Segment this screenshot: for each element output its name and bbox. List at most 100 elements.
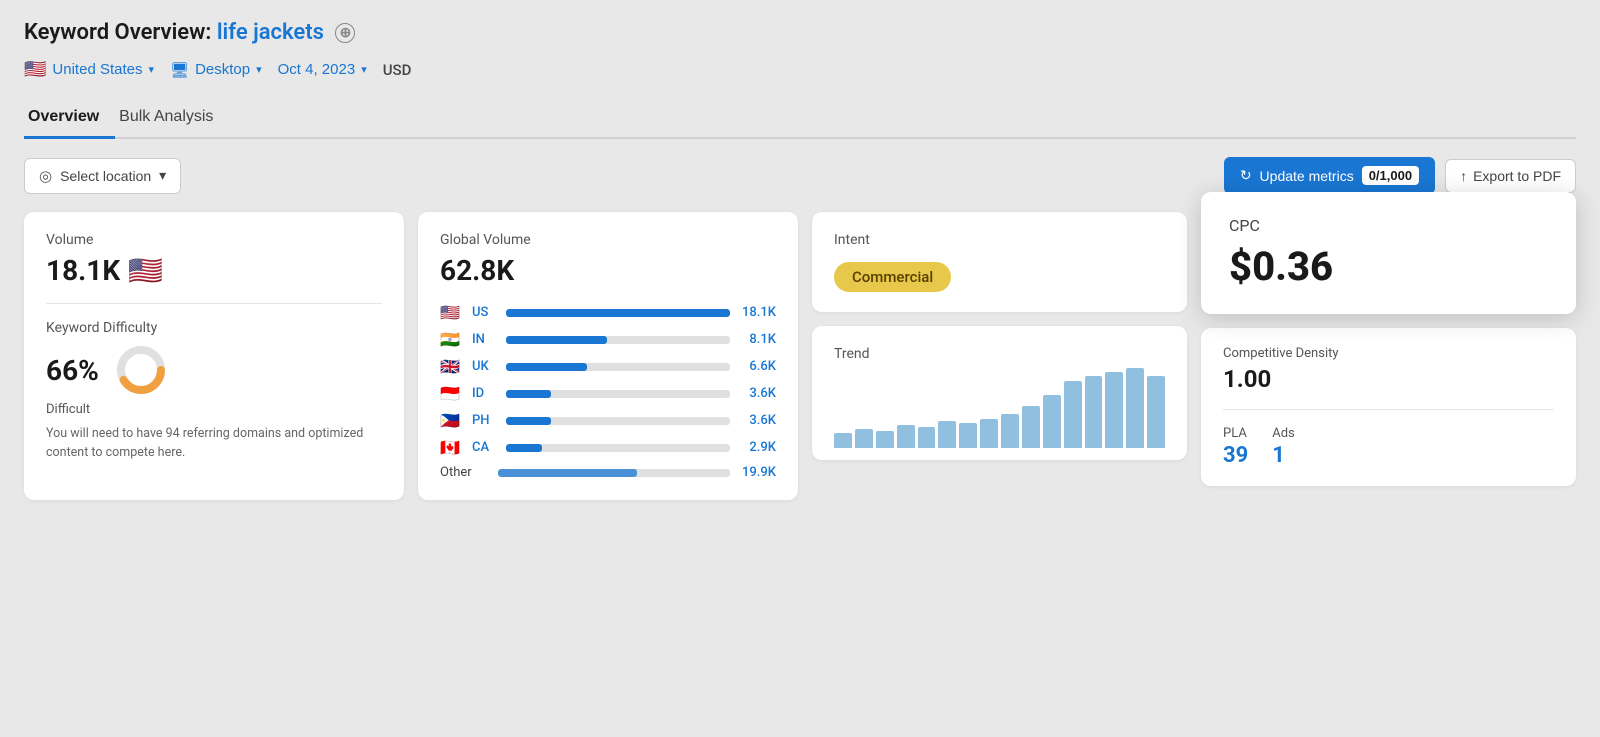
trend-bar (855, 429, 873, 448)
trend-card: Trend (812, 326, 1187, 460)
device-filter[interactable]: 🖥 Desktop ▾ (170, 57, 262, 83)
country-filter[interactable]: 🇺🇸 United States ▾ (24, 55, 154, 84)
country-bar-bg (506, 390, 730, 398)
pla-label: PLA (1223, 426, 1248, 441)
intent-badge: Commercial (834, 254, 1165, 292)
intent-trend-column: Intent Commercial Trend (812, 212, 1187, 500)
kd-donut-chart (113, 342, 169, 398)
cpc-label: CPC (1229, 216, 1548, 235)
kd-description: You will need to have 94 referring domai… (46, 425, 382, 463)
ads-col: Ads 1 (1272, 426, 1295, 468)
trend-bar (1085, 376, 1103, 448)
trend-bar (1064, 381, 1082, 448)
country-row: 🇵🇭 PH 3.6K (440, 411, 776, 430)
country-flag-icon: 🇮🇩 (440, 384, 464, 403)
ads-label: Ads (1272, 426, 1295, 441)
select-location-button[interactable]: ◎ Select location ▾ (24, 158, 181, 194)
comp-density-value: 1.00 (1223, 365, 1554, 393)
country-bar-bg (506, 417, 730, 425)
comp-density-section: Competitive Density 1.00 (1223, 346, 1554, 393)
volume-card: Volume 18.1K 🇺🇸 Keyword Difficulty 66% D… (24, 212, 404, 500)
update-metrics-label: Update metrics (1260, 168, 1354, 184)
page-title: Keyword Overview: life jackets ⊕ (24, 20, 1576, 45)
other-row: Other 19.9K (440, 465, 776, 480)
country-code: IN (472, 332, 498, 347)
tab-overview[interactable]: Overview (24, 100, 115, 139)
currency-label: USD (383, 61, 412, 79)
date-filter[interactable]: Oct 4, 2023 ▾ (278, 57, 367, 82)
export-button[interactable]: ↑ Export to PDF (1445, 159, 1576, 193)
country-volume: 3.6K (738, 413, 776, 428)
kd-value-row: 66% (46, 342, 382, 398)
pla-col: PLA 39 (1223, 426, 1248, 468)
pla-value: 39 (1223, 443, 1248, 468)
country-bar-fill (506, 390, 551, 398)
title-prefix: Keyword Overview: (24, 20, 211, 45)
trend-bar (1147, 376, 1165, 448)
other-label: Other (440, 465, 490, 480)
country-bar-fill (506, 363, 587, 371)
country-code: ID (472, 386, 498, 401)
country-flag-icon: 🇮🇳 (440, 330, 464, 349)
update-metrics-button[interactable]: ↻ Update metrics 0/1,000 (1224, 157, 1435, 194)
trend-bar (1126, 368, 1144, 448)
export-label: Export to PDF (1473, 168, 1561, 184)
date-label: Oct 4, 2023 (278, 61, 356, 78)
country-chevron-icon: ▾ (148, 63, 154, 76)
country-row: 🇬🇧 UK 6.6K (440, 357, 776, 376)
country-flag-icon: 🇺🇸 (440, 303, 464, 322)
global-volume-label: Global Volume (440, 232, 776, 248)
country-label: United States (52, 61, 142, 78)
other-bar-fill (498, 469, 637, 477)
other-volume: 19.9K (738, 465, 776, 480)
country-bar-bg (506, 444, 730, 452)
metrics-count-badge: 0/1,000 (1362, 166, 1419, 185)
pla-ads-row: PLA 39 Ads 1 (1223, 426, 1554, 468)
device-chevron-icon: ▾ (256, 63, 262, 76)
trend-bar (1043, 395, 1061, 448)
country-volume: 18.1K (738, 305, 776, 320)
country-flag-icon: 🇬🇧 (440, 357, 464, 376)
export-icon: ↑ (1460, 168, 1467, 184)
country-bar-fill (506, 444, 542, 452)
kd-label: Keyword Difficulty (46, 320, 382, 336)
countries-list: 🇺🇸 US 18.1K 🇮🇳 IN 8.1K 🇬🇧 UK 6.6K 🇮🇩 ID (440, 303, 776, 457)
country-bar-fill (506, 417, 551, 425)
country-code: PH (472, 413, 498, 428)
global-volume-value: 62.8K (440, 254, 776, 287)
intent-card: Intent Commercial (812, 212, 1187, 312)
device-icon: 🖥 (170, 61, 189, 79)
volume-value: 18.1K 🇺🇸 (46, 254, 382, 287)
trend-chart (834, 368, 1165, 448)
trend-bar (834, 433, 852, 448)
kd-difficulty-label: Difficult (46, 402, 382, 417)
country-bar-bg (506, 363, 730, 371)
country-row: 🇮🇳 IN 8.1K (440, 330, 776, 349)
right-column: CPC $0.36 Competitive Density 1.00 PLA 3… (1201, 212, 1576, 500)
refresh-icon: ↻ (1240, 167, 1252, 184)
cpc-value: $0.36 (1229, 243, 1548, 290)
country-bar-fill (506, 309, 730, 317)
country-row: 🇮🇩 ID 3.6K (440, 384, 776, 403)
global-volume-card: Global Volume 62.8K 🇺🇸 US 18.1K 🇮🇳 IN 8.… (418, 212, 798, 500)
country-flag-icon: 🇵🇭 (440, 411, 464, 430)
trend-bar (918, 427, 936, 448)
main-grid: Volume 18.1K 🇺🇸 Keyword Difficulty 66% D… (24, 212, 1576, 500)
trend-bar (1001, 414, 1019, 448)
keyword-difficulty-section: Keyword Difficulty 66% Difficult You wil… (46, 320, 382, 463)
country-bar-fill (506, 336, 607, 344)
volume-flag: 🇺🇸 (128, 254, 163, 287)
competitive-density-card: Competitive Density 1.00 PLA 39 Ads 1 (1201, 328, 1576, 486)
country-volume: 2.9K (738, 440, 776, 455)
country-flag: 🇺🇸 (24, 59, 46, 80)
country-volume: 6.6K (738, 359, 776, 374)
add-keyword-icon[interactable]: ⊕ (335, 23, 355, 43)
trend-bar (1105, 372, 1123, 448)
intent-label: Intent (834, 232, 1165, 248)
device-label: Desktop (195, 61, 250, 78)
title-keyword: life jackets (217, 20, 324, 45)
select-location-label: Select location (60, 168, 151, 184)
trend-bar (876, 431, 894, 448)
country-code: UK (472, 359, 498, 374)
tab-bulk-analysis[interactable]: Bulk Analysis (115, 100, 229, 139)
